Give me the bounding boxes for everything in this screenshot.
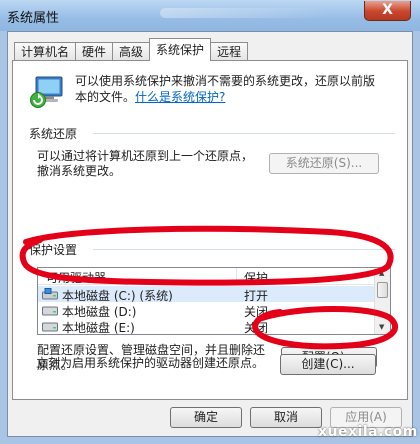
system-protection-icon bbox=[30, 76, 63, 108]
drive-list-scrollbar[interactable]: ▲ ▼ bbox=[374, 268, 390, 334]
what-is-system-protection-link[interactable]: 什么是系统保护? bbox=[135, 90, 225, 104]
scroll-down-icon[interactable]: ▼ bbox=[379, 323, 384, 331]
drive-row-c[interactable]: 本地磁盘 (C:) (系统) 打开 bbox=[38, 286, 376, 303]
column-header-protection[interactable]: 保护 bbox=[244, 269, 268, 286]
create-description: 立刻为启用系统保护的驱动器创建还原点。 bbox=[36, 356, 265, 370]
title-bar[interactable]: 系统属性 X bbox=[0, 0, 420, 31]
tab-system-protection[interactable]: 系统保护 bbox=[149, 38, 212, 61]
local-drive-icon bbox=[42, 322, 58, 332]
tab-advanced[interactable]: 高级 bbox=[112, 42, 151, 61]
system-drive-icon bbox=[42, 288, 58, 300]
ok-button[interactable]: 确定 bbox=[170, 407, 242, 428]
tab-computer-name[interactable]: 计算机名 bbox=[14, 42, 77, 61]
intro-description: 可以使用系统保护来撤消不需要的系统更改，还原以前版 本的文件。什么是系统保护? bbox=[75, 73, 395, 105]
system-restore-description: 可以通过将计算机还原到上一个还原点， 撤消系统更改。 bbox=[37, 149, 253, 179]
intro-line-1: 可以使用系统保护来撤消不需要的系统更改，还原以前版 bbox=[75, 74, 376, 88]
scroll-thumb[interactable] bbox=[377, 282, 388, 298]
system-restore-line-1: 可以通过将计算机还原到上一个还原点， bbox=[37, 149, 254, 163]
window-title: 系统属性 bbox=[7, 11, 60, 26]
close-button[interactable]: X bbox=[364, 1, 411, 21]
protection-settings-group-title: 保护设置 bbox=[29, 243, 78, 257]
cancel-button[interactable]: 取消 bbox=[250, 407, 322, 428]
scroll-up-icon[interactable]: ▲ bbox=[379, 269, 384, 277]
system-restore-group-title: 系统还原 bbox=[29, 127, 78, 141]
create-button[interactable]: 创建(C)... bbox=[280, 354, 376, 375]
system-restore-button[interactable]: 系统还原(S)... bbox=[269, 153, 379, 174]
system-protection-panel: 可以使用系统保护来撤消不需要的系统更改，还原以前版 本的文件。什么是系统保护? … bbox=[12, 60, 408, 400]
drive-row-e[interactable]: 本地磁盘 (E:) 关闭 bbox=[38, 318, 376, 334]
intro-line-2-text: 本的文件。 bbox=[75, 90, 136, 104]
local-drive-icon bbox=[42, 306, 58, 316]
dialog-client-area: 计算机名 硬件 高级 系统保护 远程 可以使用系统保护来撤消不需要的系统更改，还… bbox=[7, 31, 413, 437]
drive-list-header: 可用驱动器 保护 bbox=[38, 268, 376, 285]
drive-row-d[interactable]: 本地磁盘 (D:) 关闭 bbox=[38, 302, 376, 319]
system-restore-group-divider bbox=[93, 133, 395, 134]
system-restore-line-2: 撤消系统更改。 bbox=[37, 164, 122, 178]
title-bar-glare bbox=[160, 8, 330, 18]
intro-line-2: 本的文件。什么是系统保护? bbox=[75, 89, 395, 105]
tab-remote[interactable]: 远程 bbox=[210, 42, 249, 61]
column-header-drive[interactable]: 可用驱动器 bbox=[46, 269, 106, 286]
close-icon: X bbox=[382, 2, 393, 18]
protection-settings-group-divider bbox=[93, 249, 395, 250]
drive-label-e: 本地磁盘 (E:) bbox=[62, 321, 135, 335]
tab-hardware[interactable]: 硬件 bbox=[75, 42, 114, 61]
site-watermark: xuexila.com bbox=[318, 424, 418, 440]
tab-strip: 计算机名 硬件 高级 系统保护 远程 bbox=[14, 37, 249, 61]
protection-status-e: 关闭 bbox=[244, 321, 269, 335]
column-separator[interactable] bbox=[236, 268, 237, 285]
drive-list[interactable]: 可用驱动器 保护 本地磁盘 (C:) (系统) 打开 本地磁盘 (D:) 关闭 … bbox=[37, 267, 391, 335]
system-properties-window: 系统属性 X 计算机名 硬件 高级 系统保护 远程 可以使用系统保护来撤消不需要… bbox=[0, 0, 420, 444]
